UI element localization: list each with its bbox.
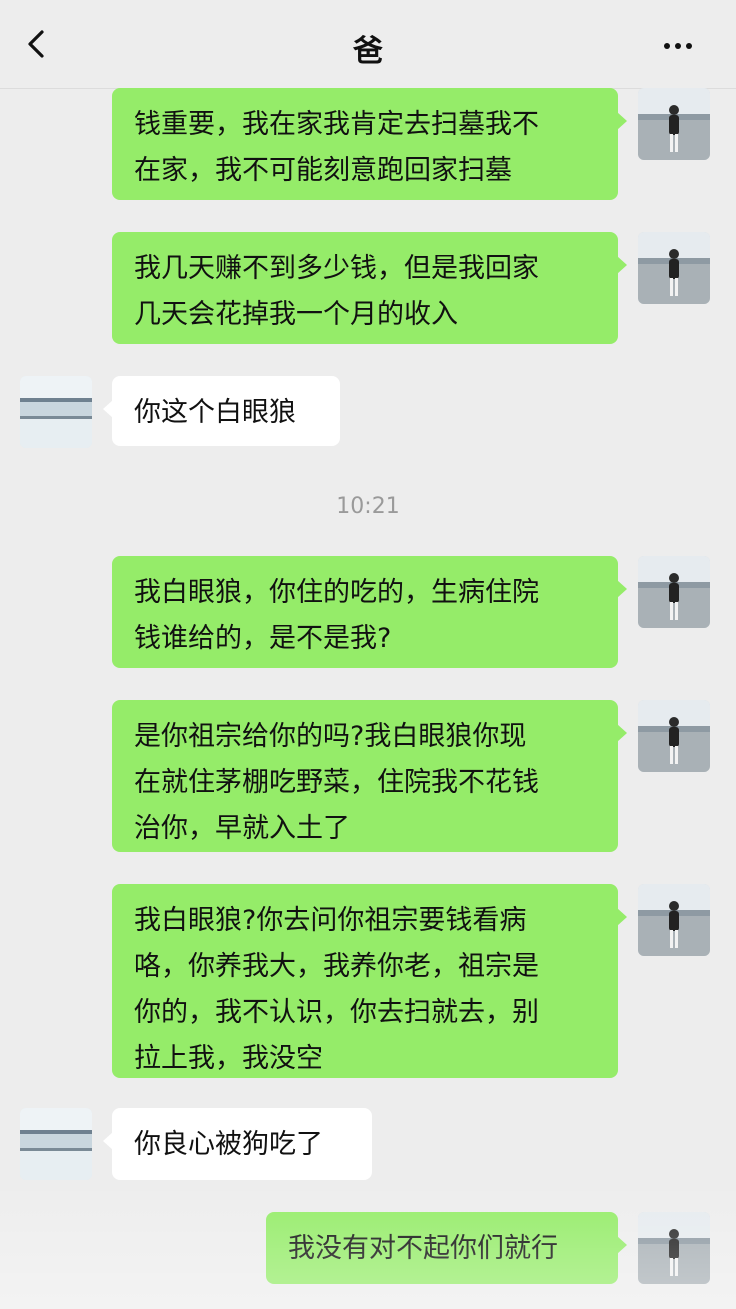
ellipsis-icon: [664, 43, 670, 49]
message-bubble-sent[interactable]: 我几天赚不到多少钱，但是我回家 几天会花掉我一个月的收入: [112, 232, 627, 344]
person-avatar-icon: [638, 1212, 710, 1284]
my-avatar[interactable]: [638, 1212, 710, 1284]
contact-avatar[interactable]: [20, 376, 92, 448]
message-bubble-sent[interactable]: 钱重要，我在家我肯定去扫墓我不 在家，我不可能刻意跑回家扫墓: [112, 88, 627, 200]
contact-avatar[interactable]: [20, 1108, 92, 1180]
message-bubble-sent[interactable]: 我没有对不起你们就行: [266, 1212, 627, 1284]
message-bubble-sent[interactable]: 是你祖宗给你的吗?我白眼狼你现 在就住茅棚吃野菜，住院我不花钱 治你，早就入土了: [112, 700, 627, 852]
chat-title: 爸: [353, 34, 383, 69]
chat-header: 爸: [0, 0, 736, 89]
my-avatar[interactable]: [638, 884, 710, 956]
my-avatar[interactable]: [638, 232, 710, 304]
my-avatar[interactable]: [638, 700, 710, 772]
person-avatar-icon: [638, 556, 710, 628]
more-button[interactable]: [664, 34, 700, 54]
message-bubble-sent[interactable]: 我白眼狼?你去问你祖宗要钱看病 咯，你养我大，我养你老，祖宗是 你的，我不认识，…: [112, 884, 627, 1078]
person-avatar-icon: [638, 232, 710, 304]
person-avatar-icon: [638, 700, 710, 772]
message-bubble-received[interactable]: 你良心被狗吃了: [103, 1108, 372, 1180]
message-bubble-sent[interactable]: 我白眼狼，你住的吃的，生病住院 钱谁给的，是不是我?: [112, 556, 627, 668]
message-bubble-received[interactable]: 你这个白眼狼: [103, 376, 340, 446]
landscape-avatar-icon: [20, 1108, 92, 1180]
person-avatar-icon: [638, 884, 710, 956]
person-avatar-icon: [638, 88, 710, 160]
my-avatar[interactable]: [638, 88, 710, 160]
timestamp: 10:21: [336, 494, 400, 519]
my-avatar[interactable]: [638, 556, 710, 628]
landscape-avatar-icon: [20, 376, 92, 448]
